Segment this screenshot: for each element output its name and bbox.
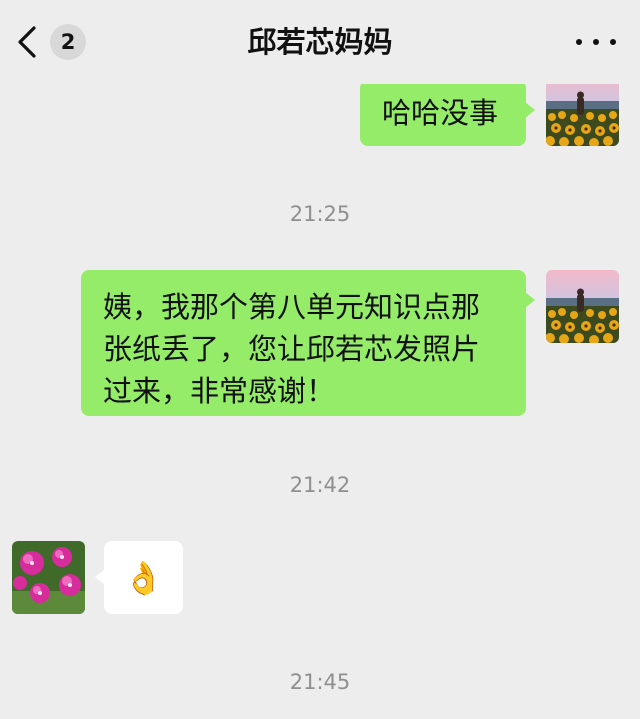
pink-flowers-avatar-icon bbox=[12, 541, 85, 614]
timestamp: 21:45 bbox=[289, 670, 351, 694]
message-bubble-received[interactable]: 👌 bbox=[95, 541, 183, 614]
more-dots-icon bbox=[593, 39, 599, 45]
message-bubble-sent[interactable]: 哈哈没事 bbox=[360, 80, 535, 146]
more-dots-icon bbox=[576, 39, 582, 45]
more-dots-icon bbox=[610, 39, 616, 45]
chat-title: 邱若芯妈妈 bbox=[247, 25, 393, 59]
message-bubble-sent[interactable]: 姨，我那个第八单元知识点那张纸丢了，您让邱若芯发照片过来，非常感谢！ bbox=[81, 270, 535, 416]
sunflower-field-avatar-icon bbox=[546, 270, 619, 343]
timestamp: 21:42 bbox=[289, 473, 351, 497]
more-options-button[interactable] bbox=[576, 30, 616, 54]
message-text: 姨，我那个第八单元知识点那张纸丢了，您让邱若芯发照片过来，非常感谢！ bbox=[103, 290, 481, 408]
message-list[interactable]: 哈哈没事 21:25 姨，我那个第八单元知识点那张纸丢了，您让邱若芯发照片过来，… bbox=[0, 0, 640, 719]
chat-header: 2 邱若芯妈妈 bbox=[0, 0, 640, 84]
chat-window: 哈哈没事 21:25 姨，我那个第八单元知识点那张纸丢了，您让邱若芯发照片过来，… bbox=[0, 0, 640, 719]
timestamp: 21:25 bbox=[289, 202, 351, 226]
ok-hand-emoji: 👌 bbox=[123, 558, 164, 597]
message-text: 哈哈没事 bbox=[382, 96, 499, 130]
contact-avatar[interactable] bbox=[12, 541, 85, 614]
my-avatar[interactable] bbox=[546, 270, 619, 343]
